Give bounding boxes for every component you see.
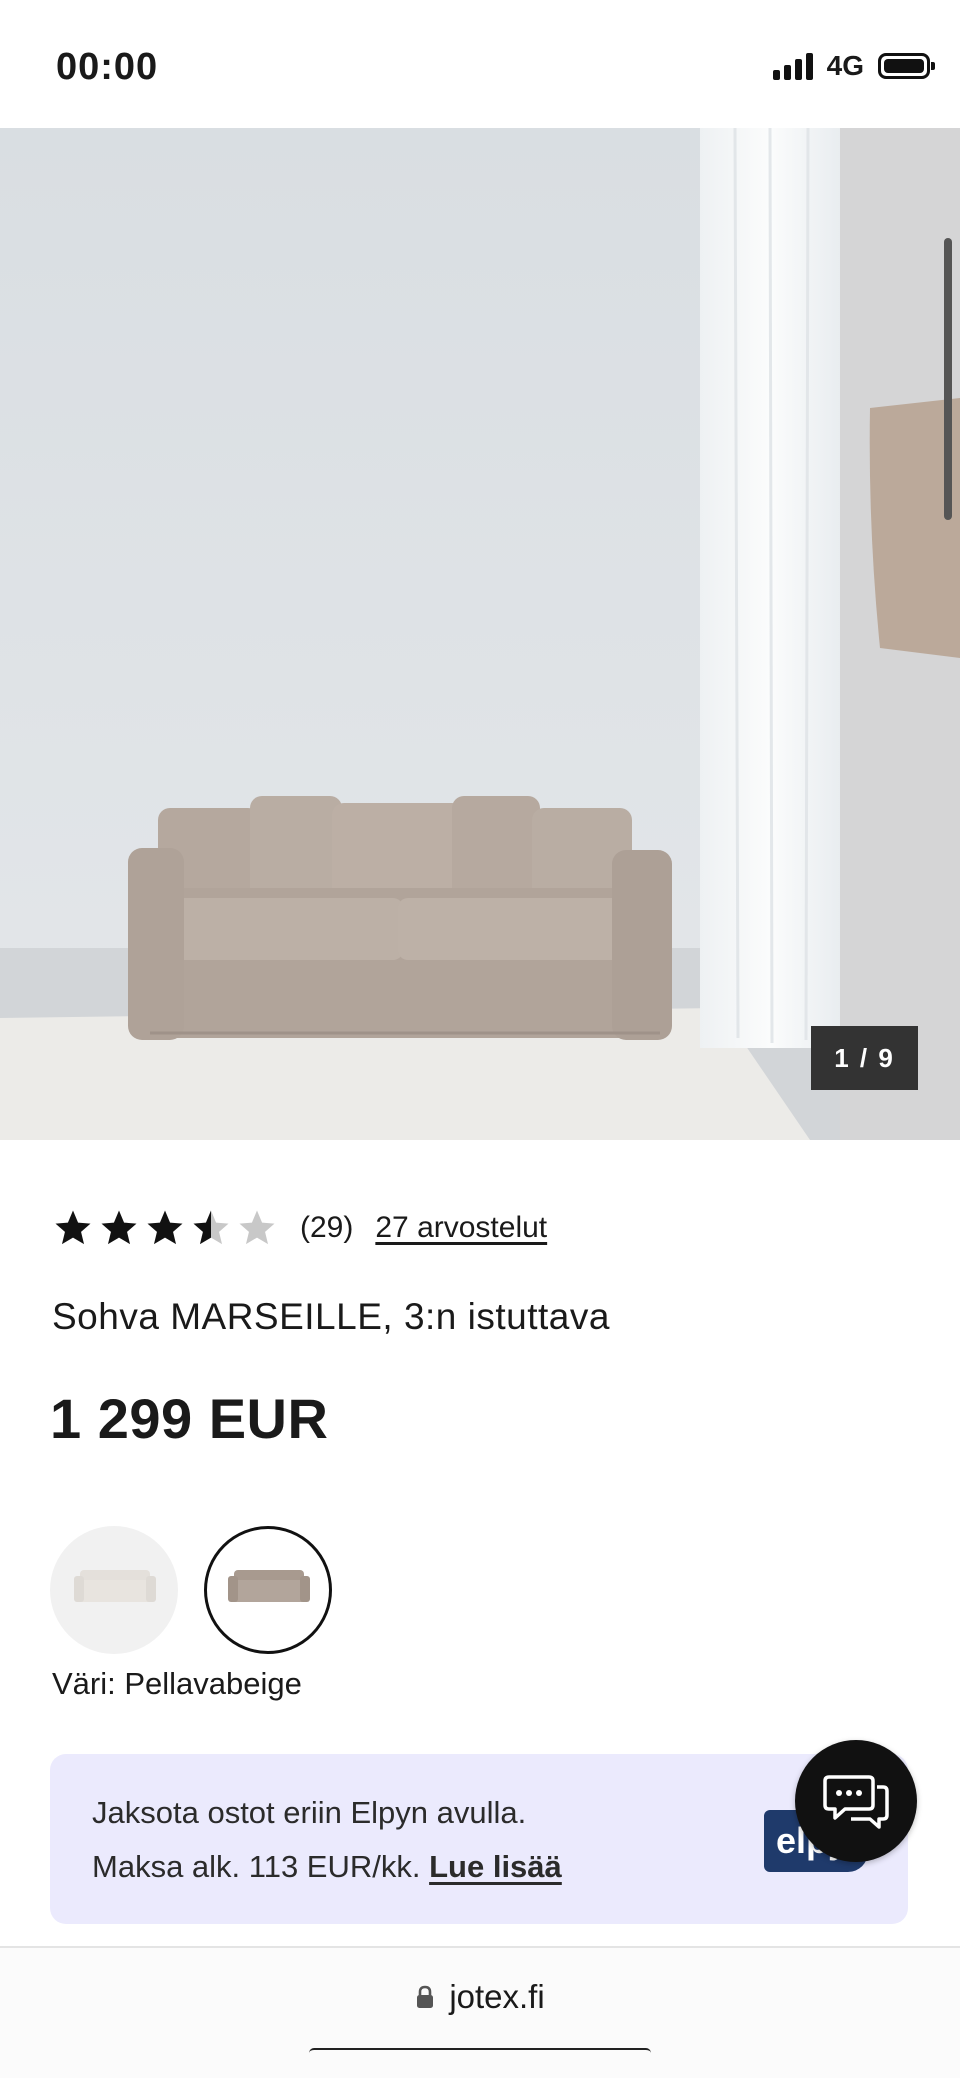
network-type: 4G [826, 50, 864, 81]
chat-button[interactable] [795, 1740, 917, 1862]
read-more-link[interactable]: Lue lisää [429, 1849, 562, 1884]
star-icon-half [193, 1210, 229, 1245]
sofa-thumbnail-beige [228, 1570, 310, 1602]
lock-icon [417, 1985, 434, 2008]
star-icon-filled [101, 1210, 137, 1245]
signal-icon [772, 52, 813, 80]
status-indicators: 4G [772, 50, 935, 82]
status-bar: 00:00 4G [0, 0, 960, 128]
star-icon-filled [147, 1210, 183, 1245]
rating-row: (29) 27 arvostelut [52, 1200, 547, 1256]
image-counter: 1 / 9 [811, 1026, 918, 1090]
banner-text: Jaksota ostot eriin Elpyn avulla. Maksa … [92, 1786, 562, 1894]
banner-line2: Maksa alk. 113 EUR/kk. Lue lisää [92, 1840, 562, 1894]
star-icon-filled [55, 1210, 91, 1245]
swatch-pellavabeige[interactable] [204, 1526, 332, 1654]
product-image [0, 128, 960, 1140]
url-display[interactable]: jotex.fi [0, 1978, 960, 2016]
banner-line2-prefix: Maksa alk. 113 EUR/kk. [92, 1849, 421, 1884]
reviews-link[interactable]: 27 arvostelut [375, 1211, 547, 1245]
browser-address-bar[interactable]: jotex.fi [0, 1946, 960, 2078]
chat-icon [823, 1775, 889, 1829]
battery-icon [878, 53, 935, 79]
url-text: jotex.fi [449, 1978, 545, 2015]
banner-line1: Jaksota ostot eriin Elpyn avulla. [92, 1795, 527, 1830]
scroll-indicator[interactable] [944, 238, 952, 520]
star-rating [52, 1207, 278, 1249]
star-icon-empty [239, 1210, 275, 1245]
product-price: 1 299 EUR [50, 1387, 329, 1450]
payment-banner: Jaksota ostot eriin Elpyn avulla. Maksa … [50, 1754, 908, 1924]
status-time: 00:00 [56, 46, 159, 88]
product-title: Sohva MARSEILLE, 3:n istuttava [52, 1296, 610, 1337]
color-swatches [50, 1526, 332, 1654]
home-indicator [309, 2048, 651, 2058]
sofa-thumbnail-white [74, 1570, 156, 1602]
color-label: Väri: Pellavabeige [52, 1666, 302, 1701]
product-image-gallery[interactable]: 1 / 9 [0, 128, 960, 1140]
swatch-white[interactable] [50, 1526, 178, 1654]
rating-count: (29) [300, 1211, 354, 1244]
